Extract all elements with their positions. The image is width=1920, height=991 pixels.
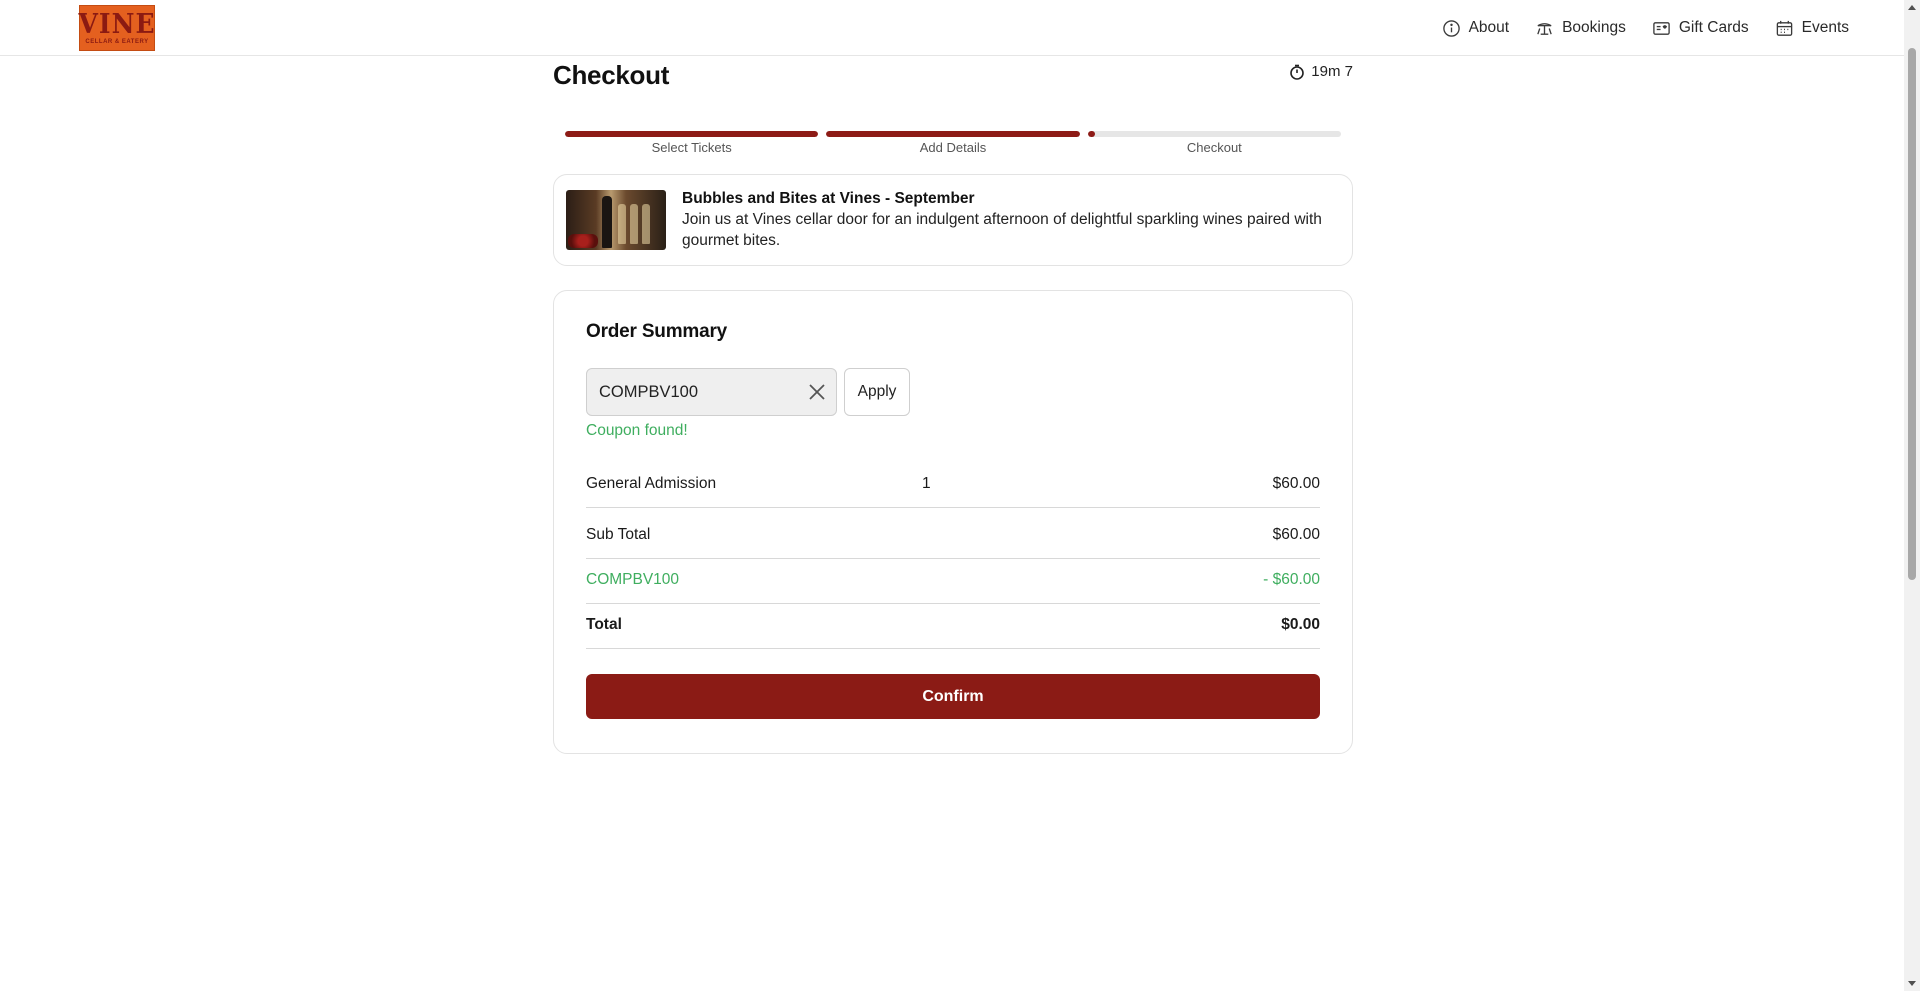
step-track — [826, 131, 1080, 137]
nav-about[interactable]: About — [1442, 19, 1510, 38]
vine-logo[interactable]: VINE CELLAR & EATERY — [79, 5, 155, 51]
step-label: Select Tickets — [651, 140, 732, 155]
clear-coupon-button[interactable] — [806, 381, 828, 403]
step-select-tickets: Select Tickets — [565, 131, 819, 155]
step-track — [565, 131, 819, 137]
event-image-bottle — [602, 196, 612, 248]
subtotal-label: Sub Total — [586, 526, 651, 543]
nav-gift-cards-label: Gift Cards — [1678, 19, 1749, 36]
main-nav: About Bookings Gift Cards Events — [1442, 0, 1849, 56]
coupon-status-message: Coupon found! — [586, 422, 688, 439]
subtotal-value: $60.00 — [1272, 526, 1320, 543]
close-icon — [809, 384, 825, 400]
logo-subtitle: CELLAR & EATERY — [85, 39, 149, 45]
subtotal-row: Sub Total $60.00 — [586, 514, 1320, 559]
nav-events-label: Events — [1801, 19, 1849, 36]
discount-label: COMPBV100 — [586, 571, 680, 588]
event-image — [566, 190, 666, 250]
calendar-icon — [1776, 20, 1792, 36]
step-checkout: Checkout — [1087, 131, 1341, 155]
table-icon — [1537, 22, 1552, 35]
top-navigation-bar: VINE CELLAR & EATERY About Bookings Gift… — [0, 0, 1904, 56]
event-info: Bubbles and Bites at Vines - September J… — [682, 189, 1340, 251]
total-label: Total — [586, 616, 622, 633]
event-image-berries — [568, 234, 598, 248]
line-item-row: General Admission 1 $60.00 — [586, 463, 1320, 508]
step-fill — [826, 131, 1080, 137]
line-item-price: $60.00 — [1272, 475, 1320, 492]
step-add-details: Add Details — [826, 131, 1080, 155]
line-item-name: General Admission — [586, 475, 717, 492]
scroll-up-arrow[interactable] — [1908, 5, 1916, 10]
logo-wordmark: VINE — [78, 7, 156, 40]
info-icon — [1442, 19, 1460, 37]
event-image-glass — [618, 204, 626, 244]
discount-value: - $60.00 — [1263, 571, 1320, 588]
event-title: Bubbles and Bites at Vines - September — [682, 190, 975, 207]
scroll-down-arrow[interactable] — [1908, 981, 1916, 986]
nav-about-label: About — [1468, 19, 1510, 36]
checkout-progress-steps: Select Tickets Add Details Checkout — [565, 131, 1341, 155]
step-track — [1087, 131, 1341, 137]
timer-value: 19m 7 — [1311, 63, 1353, 80]
step-label: Add Details — [919, 140, 987, 155]
stopwatch-icon — [1290, 64, 1305, 80]
countdown-timer: 19m 7 — [1289, 63, 1353, 80]
discount-row: COMPBV100 - $60.00 — [586, 559, 1320, 604]
coupon-field — [586, 368, 837, 416]
order-summary-title: Order Summary — [586, 321, 728, 342]
nav-bookings-label: Bookings — [1562, 19, 1626, 36]
confirm-button[interactable]: Confirm — [586, 674, 1320, 719]
nav-bookings[interactable]: Bookings — [1535, 19, 1626, 38]
step-label: Checkout — [1186, 140, 1242, 155]
nav-events[interactable]: Events — [1775, 19, 1849, 38]
apply-coupon-button[interactable]: Apply — [844, 368, 910, 416]
nav-gift-cards[interactable]: Gift Cards — [1652, 19, 1749, 38]
step-fill — [565, 131, 819, 137]
gift-card-icon — [1653, 21, 1670, 35]
event-card: Bubbles and Bites at Vines - September J… — [553, 174, 1353, 266]
event-description: Join us at Vines cellar door for an indu… — [682, 211, 1322, 249]
order-summary-card: Order Summary Apply Coupon found! Genera… — [553, 290, 1353, 754]
page-scrollbar[interactable] — [1904, 0, 1920, 991]
event-image-glass — [642, 204, 650, 244]
scrollbar-thumb[interactable] — [1908, 48, 1916, 580]
event-image-glass — [630, 204, 638, 244]
line-item-quantity: 1 — [922, 475, 931, 492]
total-value: $0.00 — [1281, 616, 1320, 633]
total-row: Total $0.00 — [586, 604, 1320, 649]
step-fill — [1087, 131, 1096, 137]
page-title: Checkout — [553, 60, 670, 90]
coupon-input[interactable] — [587, 369, 797, 415]
